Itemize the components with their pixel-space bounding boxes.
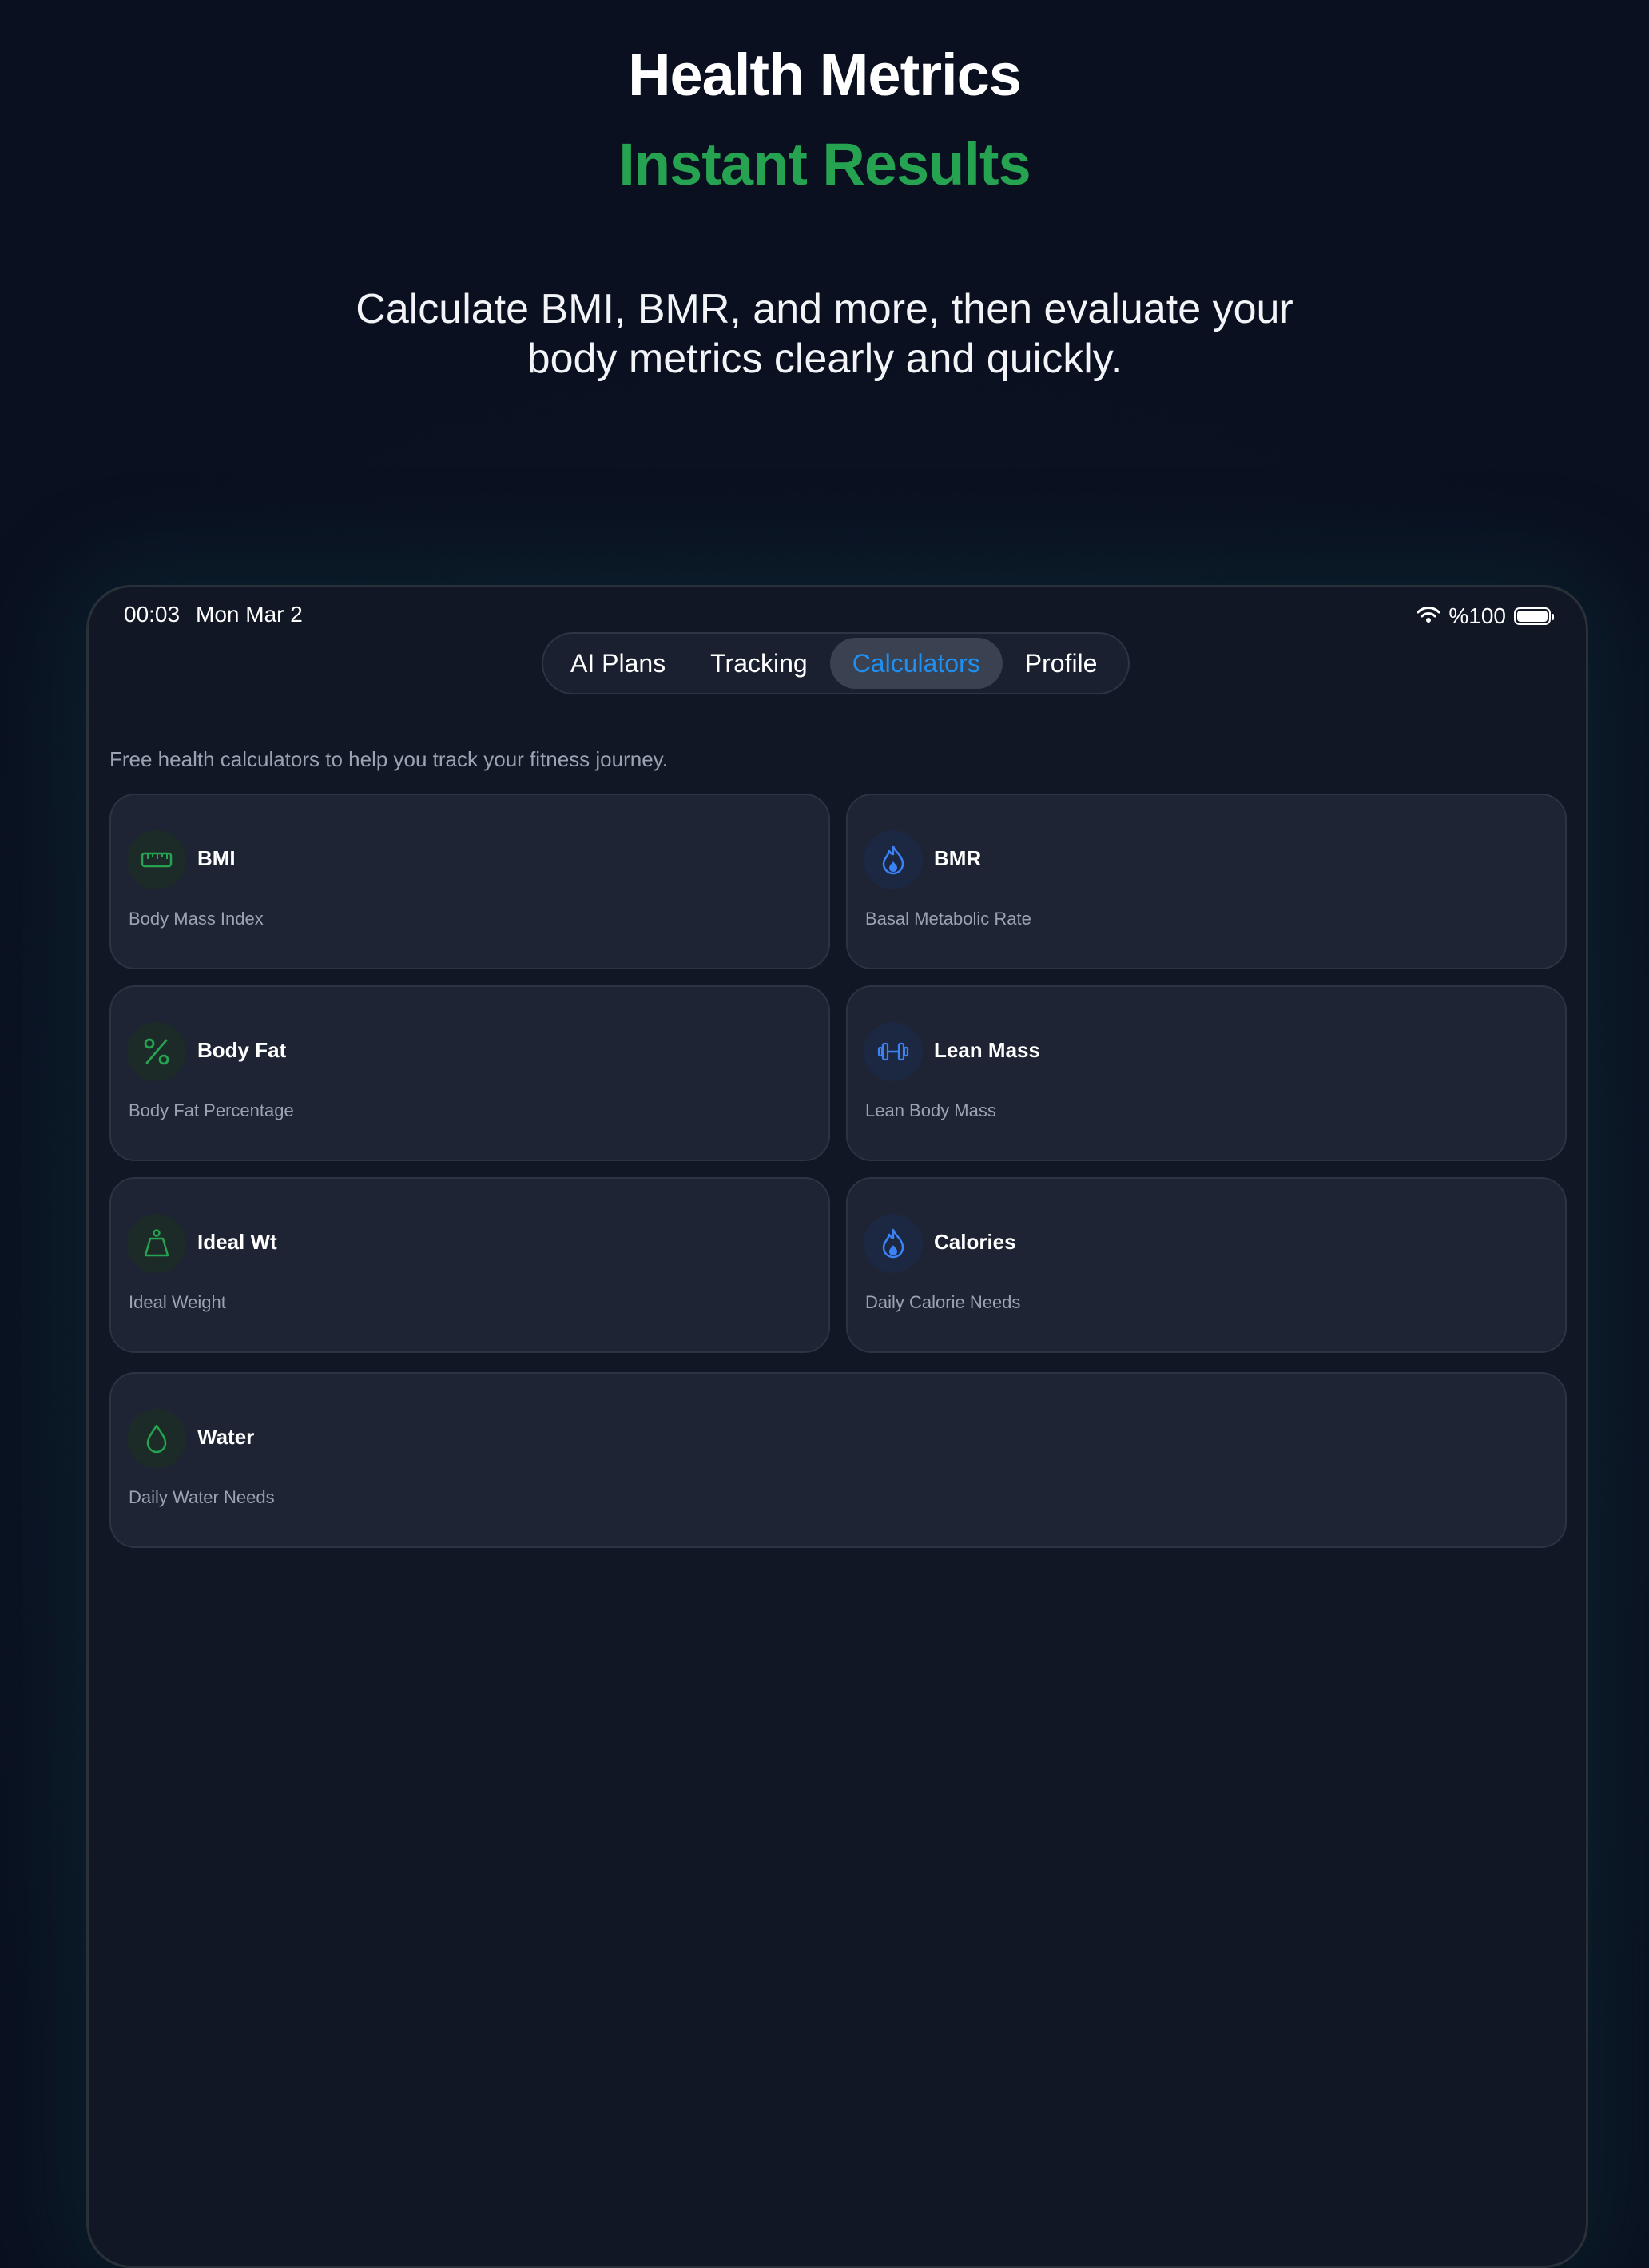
card-subtitle: Body Fat Percentage [129, 1100, 294, 1120]
calculator-card-bmr[interactable]: BMR Basal Metabolic Rate [846, 794, 1567, 969]
tab-profile[interactable]: Profile [1003, 638, 1120, 689]
tab-calculators[interactable]: Calculators [829, 638, 1003, 689]
flame-icon [864, 1214, 923, 1273]
card-title: Body Fat [197, 1038, 287, 1062]
droplet-icon [127, 1409, 186, 1468]
card-subtitle: Lean Body Mass [865, 1100, 996, 1120]
hero-subtitle: Instant Results [618, 131, 1031, 197]
hero-title: Health Metrics [628, 42, 1022, 108]
battery-percent: %100 [1448, 603, 1506, 628]
intro-text: Free health calculators to help you trac… [109, 747, 668, 771]
card-title: Calories [934, 1230, 1016, 1254]
tab-ai-plans[interactable]: AI Plans [548, 638, 688, 689]
status-time: 00:03 [124, 602, 181, 627]
card-title: Ideal Wt [197, 1230, 277, 1254]
tab-tracking[interactable]: Tracking [688, 638, 830, 689]
calculator-card-body-fat[interactable]: Body Fat Body Fat Percentage [109, 985, 830, 1161]
wifi-icon [1417, 605, 1440, 628]
battery-icon [1514, 607, 1554, 625]
calculator-card-water[interactable]: Water Daily Water Needs [109, 1372, 1567, 1548]
weight-icon [127, 1214, 186, 1273]
tablet-frame: 00:03 Mon Mar 2 %100 AI Plans Tracking C… [86, 585, 1588, 2268]
calculator-card-ideal-weight[interactable]: Ideal Wt Ideal Weight [109, 1177, 830, 1353]
percent-icon [127, 1022, 186, 1081]
dumbbell-icon [864, 1022, 923, 1081]
card-title: BMR [934, 846, 982, 870]
card-subtitle: Body Mass Index [129, 909, 264, 929]
ruler-icon [127, 830, 186, 889]
card-title: BMI [197, 846, 236, 870]
card-subtitle: Daily Water Needs [129, 1487, 275, 1507]
card-title: Lean Mass [934, 1038, 1040, 1062]
card-subtitle: Basal Metabolic Rate [865, 909, 1031, 929]
card-subtitle: Ideal Weight [129, 1292, 226, 1312]
calculator-card-calories[interactable]: Calories Daily Calorie Needs [846, 1177, 1567, 1353]
calculator-card-lean-mass[interactable]: Lean Mass Lean Body Mass [846, 985, 1567, 1161]
card-subtitle: Daily Calorie Needs [865, 1292, 1021, 1312]
hero-description: Calculate BMI, BMR, and more, then evalu… [356, 286, 1293, 382]
flame-icon [864, 830, 923, 889]
status-date: Mon Mar 2 [196, 602, 303, 627]
segmented-tab-bar: AI Plans Tracking Calculators Profile [542, 632, 1130, 694]
status-indicators: %100 [1417, 600, 1554, 632]
card-title: Water [197, 1425, 255, 1449]
calculator-card-bmi[interactable]: BMI Body Mass Index [109, 794, 830, 969]
